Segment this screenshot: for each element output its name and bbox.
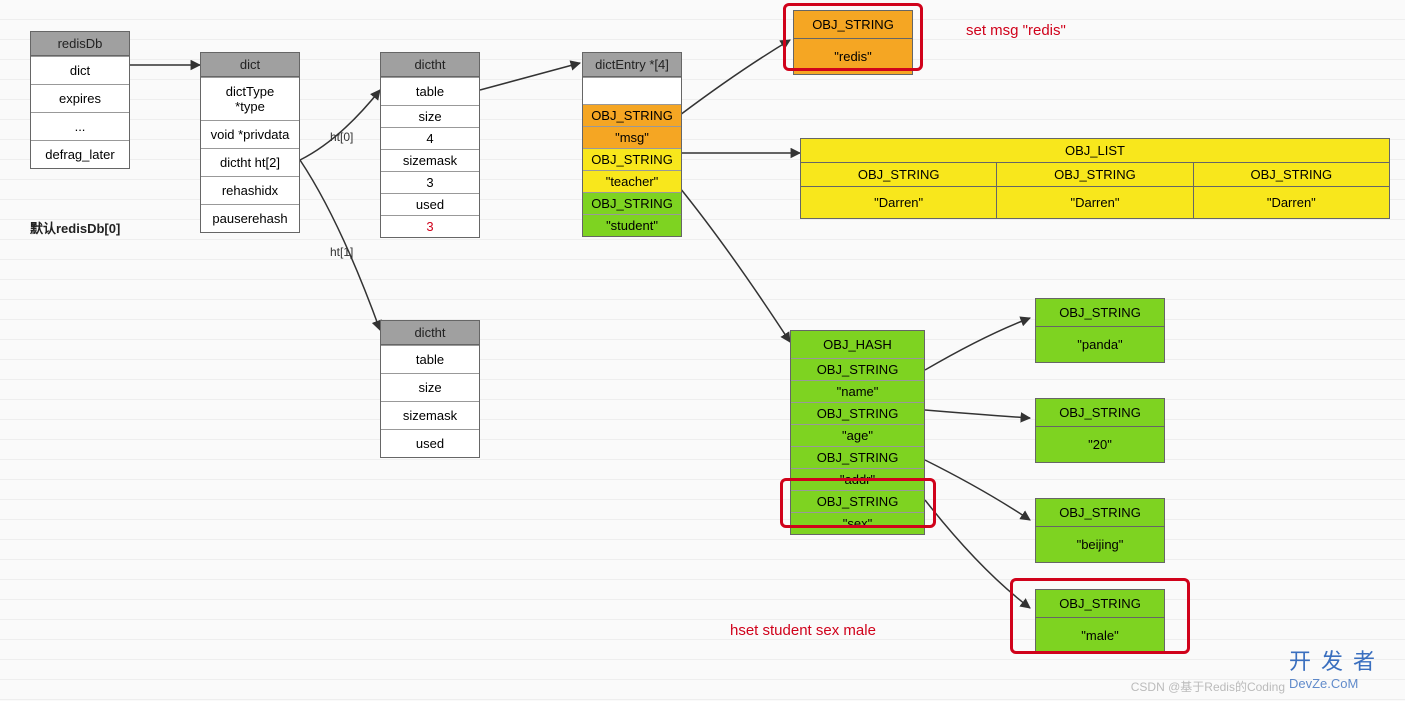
obj-list: OBJ_LIST OBJ_STRING "Darren" OBJ_STRING …: [800, 138, 1390, 219]
redisdb-row: dict: [31, 56, 129, 84]
dict-row: void *privdata: [201, 120, 299, 148]
dictht0-header: dictht: [381, 53, 479, 77]
obj-value: "beijing": [1036, 527, 1164, 562]
obj-age-value: OBJ_STRING "20": [1035, 398, 1165, 463]
dictentry-row-value: "student": [583, 214, 681, 236]
dictht1-row: used: [381, 429, 479, 457]
dict-row: rehashidx: [201, 176, 299, 204]
obj-value: "male": [1036, 618, 1164, 653]
dict-row: dictht ht[2]: [201, 148, 299, 176]
obj-redis-type: OBJ_STRING: [794, 11, 912, 39]
diagram-canvas: redisDb dict expires ... defrag_later 默认…: [0, 0, 1405, 701]
watermark-devze: 开发者 DevZe.CoM: [1289, 644, 1385, 691]
dictht1-table: dictht table size sizemask used: [380, 320, 480, 458]
dictht0-row-label: size: [381, 105, 479, 127]
redisdb-header: redisDb: [31, 32, 129, 56]
obj-list-col: OBJ_STRING "Darren": [1194, 163, 1389, 218]
obj-list-col: OBJ_STRING "Darren": [801, 163, 997, 218]
dictht0-row-label: sizemask: [381, 149, 479, 171]
redisdb-row: defrag_later: [31, 140, 129, 168]
dict-row: dictType *type: [201, 77, 299, 120]
dictht1-header: dictht: [381, 321, 479, 345]
redisdb-row: expires: [31, 84, 129, 112]
obj-type: OBJ_STRING: [1036, 499, 1164, 527]
obj-hash: OBJ_HASH OBJ_STRING "name" OBJ_STRING "a…: [790, 330, 925, 535]
obj-redis-value: "redis": [794, 39, 912, 74]
obj-type: OBJ_STRING: [1036, 299, 1164, 327]
obj-hash-row-value: "age": [791, 424, 924, 446]
dictentry-header: dictEntry *[4]: [583, 53, 681, 77]
obj-hash-row-label: OBJ_STRING: [791, 358, 924, 380]
obj-list-col-type: OBJ_STRING: [801, 163, 996, 187]
dict-header: dict: [201, 53, 299, 77]
obj-list-col: OBJ_STRING "Darren": [997, 163, 1193, 218]
dictentry-row-value: "msg": [583, 126, 681, 148]
obj-list-col-type: OBJ_STRING: [1194, 163, 1389, 187]
dictht0-row-value: 4: [381, 127, 479, 149]
dictht0-row-label: used: [381, 193, 479, 215]
obj-hash-row-value: "sex": [791, 512, 924, 534]
obj-addr-value: OBJ_STRING "beijing": [1035, 498, 1165, 563]
obj-hash-row-label: OBJ_STRING: [791, 490, 924, 512]
obj-value: "20": [1036, 427, 1164, 462]
obj-value: "panda": [1036, 327, 1164, 362]
obj-list-col-value: "Darren": [997, 187, 1192, 218]
dictentry-row-label: OBJ_STRING: [583, 104, 681, 126]
dict-table: dict dictType *type void *privdata dicth…: [200, 52, 300, 233]
ht1-label: ht[1]: [330, 245, 353, 259]
dictht0-row: table: [381, 77, 479, 105]
obj-hash-row-value: "addr": [791, 468, 924, 490]
default-redisdb-label: 默认redisDb[0]: [30, 218, 120, 237]
redisdb-row: ...: [31, 112, 129, 140]
obj-list-col-value: "Darren": [1194, 187, 1389, 218]
dictht1-row: size: [381, 373, 479, 401]
dictht0-row-value: 3: [381, 171, 479, 193]
watermark-csdn: CSDN @基于Redis的Coding: [1131, 678, 1285, 695]
annotation-set: set msg "redis": [966, 22, 1066, 39]
dictentry-row-label: OBJ_STRING: [583, 148, 681, 170]
dictentry-row-value: "teacher": [583, 170, 681, 192]
dictentry-row-empty: [583, 77, 681, 104]
obj-redis: OBJ_STRING "redis": [793, 10, 913, 75]
obj-list-header: OBJ_LIST: [801, 139, 1389, 163]
dictentry-table: dictEntry *[4] OBJ_STRING "msg" OBJ_STRI…: [582, 52, 682, 237]
obj-hash-row-label: OBJ_STRING: [791, 402, 924, 424]
obj-hash-row-label: OBJ_STRING: [791, 446, 924, 468]
dictht0-table: dictht table size 4 sizemask 3 used 3: [380, 52, 480, 238]
dictht1-row: sizemask: [381, 401, 479, 429]
obj-name-value: OBJ_STRING "panda": [1035, 298, 1165, 363]
obj-list-col-type: OBJ_STRING: [997, 163, 1192, 187]
obj-type: OBJ_STRING: [1036, 399, 1164, 427]
obj-hash-row-value: "name": [791, 380, 924, 402]
dictht0-row-value: 3: [381, 215, 479, 237]
obj-list-col-value: "Darren": [801, 187, 996, 218]
watermark-dev-en: DevZe.CoM: [1289, 676, 1385, 691]
dict-row: pauserehash: [201, 204, 299, 232]
dictht1-row: table: [381, 345, 479, 373]
annotation-hset: hset student sex male: [730, 622, 876, 639]
obj-sex-value: OBJ_STRING "male": [1035, 589, 1165, 654]
dictentry-row-label: OBJ_STRING: [583, 192, 681, 214]
obj-hash-header: OBJ_HASH: [791, 331, 924, 358]
obj-type: OBJ_STRING: [1036, 590, 1164, 618]
redisdb-table: redisDb dict expires ... defrag_later: [30, 31, 130, 169]
watermark-dev-cn: 开发者: [1289, 649, 1385, 674]
ht0-label: ht[0]: [330, 130, 353, 144]
